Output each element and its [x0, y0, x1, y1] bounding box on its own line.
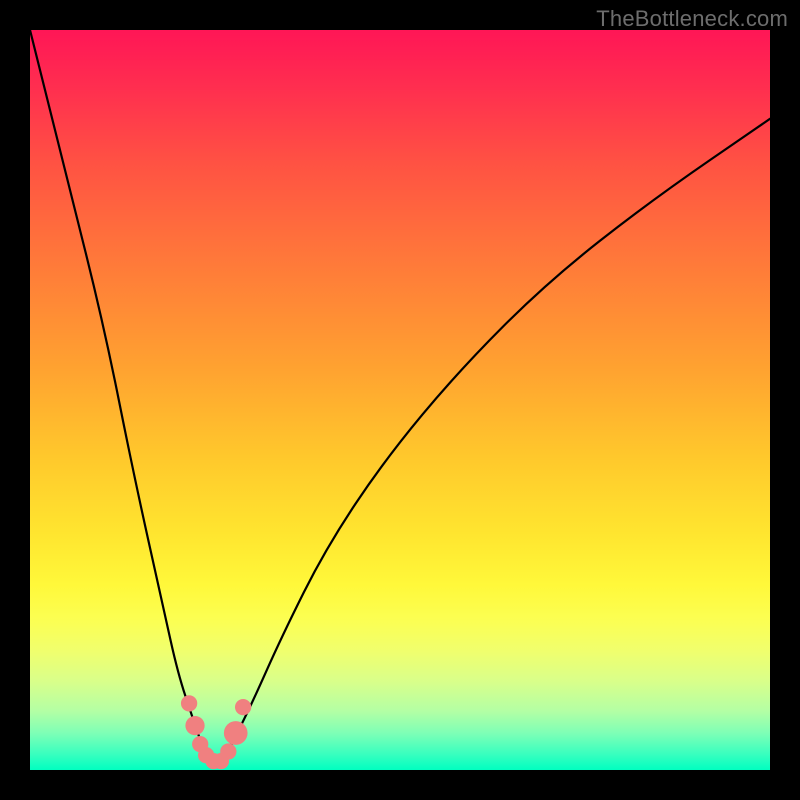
watermark-text: TheBottleneck.com: [596, 6, 788, 32]
marker-dot: [235, 699, 251, 715]
marker-dot: [220, 743, 236, 759]
marker-dot: [185, 716, 204, 735]
marker-dot: [224, 721, 248, 745]
plot-area: [30, 30, 770, 770]
chart-frame: TheBottleneck.com: [0, 0, 800, 800]
marker-layer: [30, 30, 770, 770]
marker-dot: [181, 695, 197, 711]
